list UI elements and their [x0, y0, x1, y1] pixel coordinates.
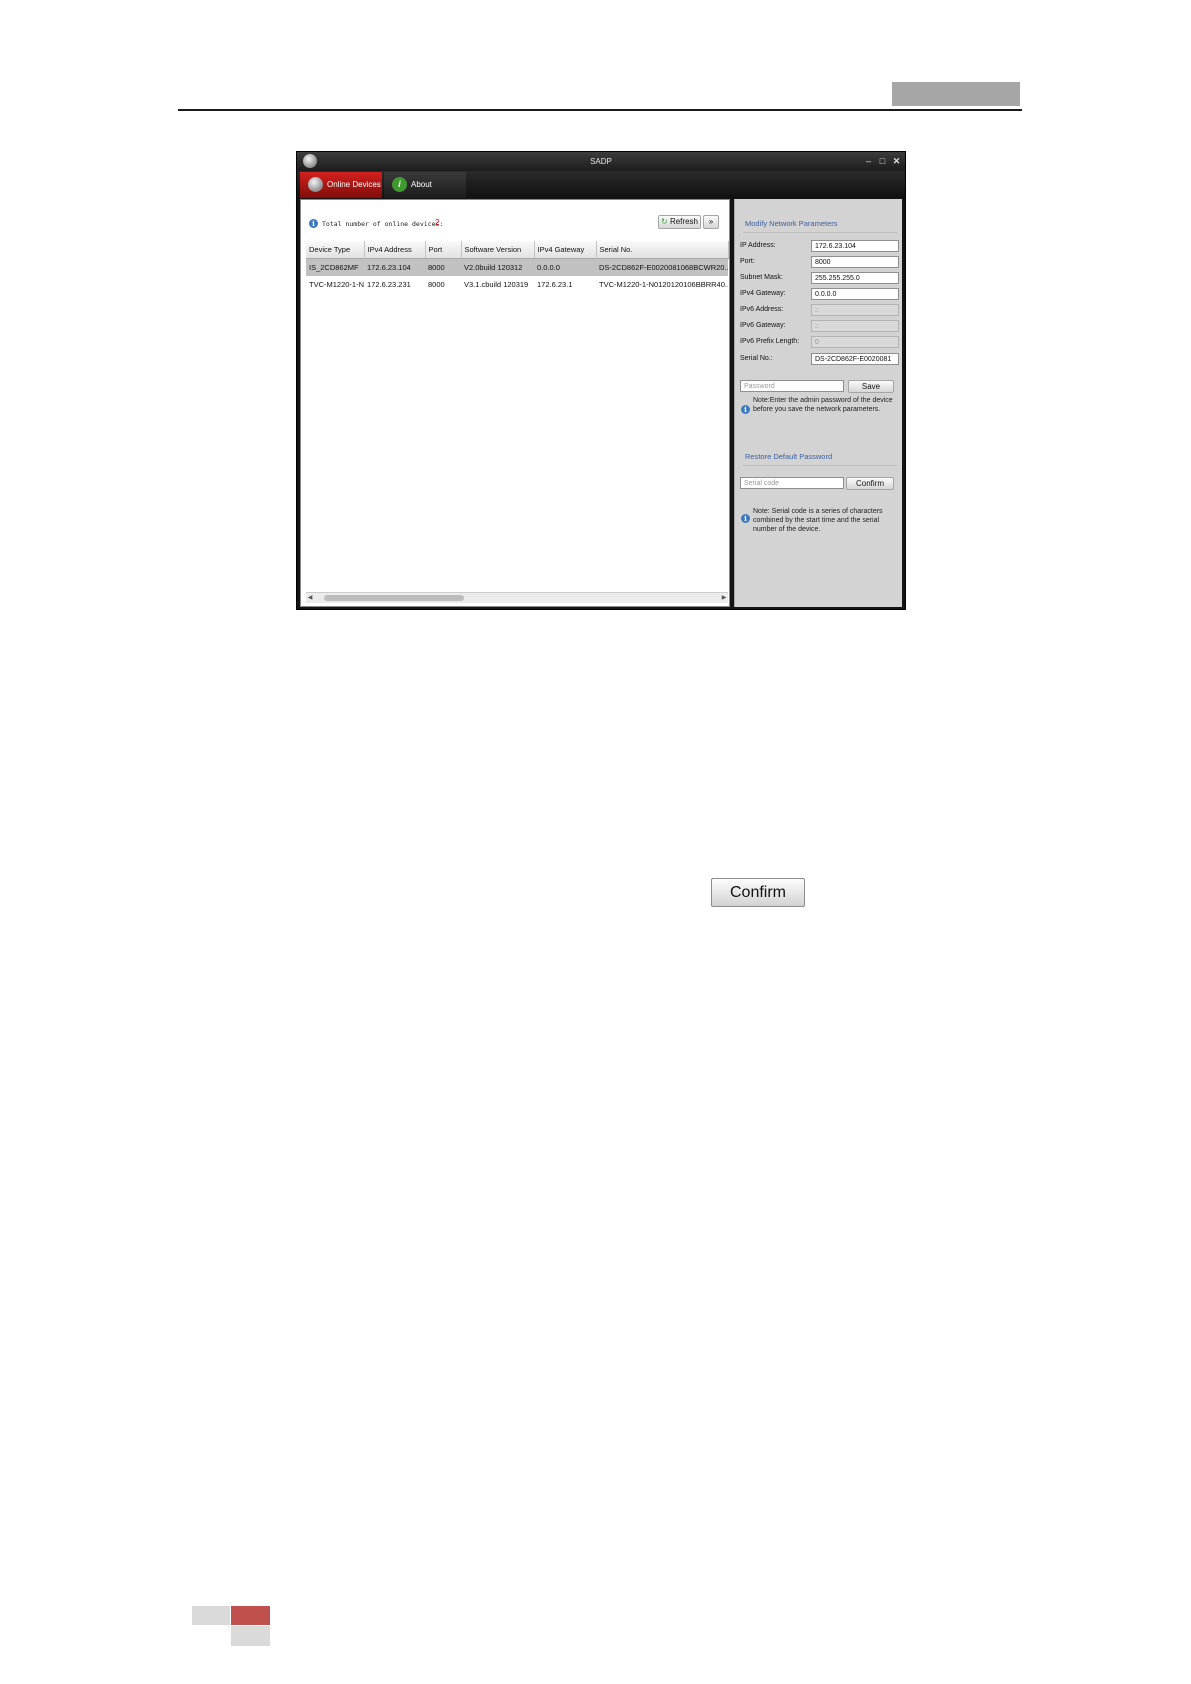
sadp-app-icon [303, 154, 317, 168]
table-cell: 8000 [428, 280, 445, 289]
device-table: Device Type IPv4 Address Port Software V… [306, 241, 729, 293]
minimize-icon[interactable]: – [863, 156, 874, 167]
table-cell: 8000 [425, 258, 461, 276]
section-divider [743, 465, 897, 466]
tab-about[interactable]: i About [384, 172, 466, 198]
table-cell: 172.6.23.104 [364, 258, 425, 276]
expand-button[interactable]: » [703, 215, 719, 229]
ipv4-gateway-label: IPv4 Gateway: [740, 290, 786, 297]
refresh-button[interactable]: ↻ Refresh [658, 215, 701, 229]
scroll-right-icon[interactable]: ▶ [720, 593, 728, 603]
horizontal-scrollbar[interactable]: ◀ ▶ [306, 592, 728, 603]
table-cell: IS_2CD862MF [306, 258, 364, 276]
table-row[interactable]: IS_2CD862MF 172.6.23.104 8000 V2.0build … [306, 258, 728, 276]
table-row[interactable]: TVC-M1220-1-N 172.6.23.231 8000 V3.1.cbu… [306, 276, 728, 293]
window-title: SADP [590, 157, 612, 166]
table-cell: 0.0.0.0 [534, 258, 596, 276]
column-header[interactable]: IPv4 Address [364, 241, 426, 259]
ip-address-label: IP Address: [740, 242, 776, 249]
confirm-button-illustration: Confirm [711, 878, 805, 907]
info-icon: i [309, 219, 318, 228]
scrollbar-thumb[interactable] [324, 595, 464, 601]
save-note: Note:Enter the admin password of the dev… [753, 397, 893, 413]
serial-no-input[interactable]: DS-2CD862F-E0020081 [811, 353, 899, 365]
header-label-box [892, 82, 1020, 106]
refresh-icon: ↻ [661, 217, 668, 226]
subnet-mask-label: Subnet Mask: [740, 274, 783, 281]
restore-note: Note: Serial code is a series of charact… [753, 508, 883, 533]
ip-address-input[interactable]: 172.6.23.104 [811, 240, 899, 252]
column-header[interactable]: Serial No. [596, 241, 729, 259]
sadp-window: SADP – □ ✕ Online Devices i About i Tota… [296, 151, 906, 610]
ipv6-gateway-label: IPv6 Gateway: [740, 322, 786, 329]
port-input[interactable]: 8000 [811, 256, 899, 268]
serial-code-input[interactable]: Serial code [740, 477, 844, 489]
ipv4-gateway-input[interactable]: 0.0.0.0 [811, 288, 899, 300]
total-devices-count: 2 [435, 218, 440, 227]
table-header-row: Device Type IPv4 Address Port Software V… [306, 241, 729, 259]
refresh-label: Refresh [669, 217, 698, 226]
port-label: Port: [740, 258, 755, 265]
ipv6-address-label: IPv6 Address: [740, 306, 784, 313]
device-list-panel: i Total number of online devices: 2 ↻ Re… [300, 199, 730, 607]
save-button[interactable]: Save [848, 380, 894, 393]
ipv6-prefix-input: 0 [811, 336, 899, 348]
modify-params-title: Modify Network Parameters [745, 219, 838, 228]
info-icon: i [741, 514, 750, 523]
restore-password-title: Restore Default Password [745, 452, 833, 461]
close-icon[interactable]: ✕ [891, 156, 902, 167]
table-cell: 172.6.23.1 [537, 280, 573, 289]
section-divider [743, 232, 897, 233]
table-cell: TVC-M1220-1-N [309, 280, 364, 289]
ipv6-address-input: :: [811, 304, 899, 316]
table-cell: V2.0build 120312 [461, 258, 534, 276]
table-cell: TVC-M1220-1-N0120120106BBRR40... [599, 280, 728, 289]
parameters-panel: Modify Network Parameters IP Address: 17… [734, 199, 902, 607]
info-icon: i [741, 405, 750, 414]
devices-icon [308, 177, 323, 192]
subnet-mask-input[interactable]: 255.255.255.0 [811, 272, 899, 284]
column-header[interactable]: IPv4 Gateway [534, 241, 597, 259]
password-input[interactable]: Password [740, 380, 844, 392]
scroll-left-icon[interactable]: ◀ [306, 593, 314, 603]
footer-accent-block [231, 1606, 270, 1625]
column-header[interactable]: Software Version [461, 241, 535, 259]
ipv6-gateway-input: :: [811, 320, 899, 332]
footer-block [192, 1606, 230, 1625]
confirm-button[interactable]: Confirm [846, 477, 894, 490]
table-cell: V3.1.cbuild 120319 [464, 280, 529, 289]
tab-online-devices[interactable]: Online Devices [300, 172, 382, 198]
tab-about-label: About [411, 180, 432, 189]
total-devices-label: Total number of online devices: [322, 220, 444, 228]
info-icon: i [392, 177, 407, 192]
tab-online-devices-label: Online Devices [327, 180, 381, 189]
tab-bar: Online Devices i About [297, 171, 905, 198]
title-bar: SADP – □ ✕ [297, 152, 905, 171]
header-rule [178, 109, 1022, 111]
maximize-icon[interactable]: □ [877, 156, 888, 167]
ipv6-prefix-label: IPv6 Prefix Length: [740, 338, 800, 345]
column-header[interactable]: Device Type [306, 241, 365, 259]
footer-block [231, 1626, 270, 1646]
column-header[interactable]: Port [425, 241, 462, 259]
table-cell: DS-2CD862F-E0020081068BCWR20... [596, 258, 728, 276]
serial-no-label: Serial No.: [740, 355, 773, 362]
table-cell: 172.6.23.231 [367, 280, 411, 289]
